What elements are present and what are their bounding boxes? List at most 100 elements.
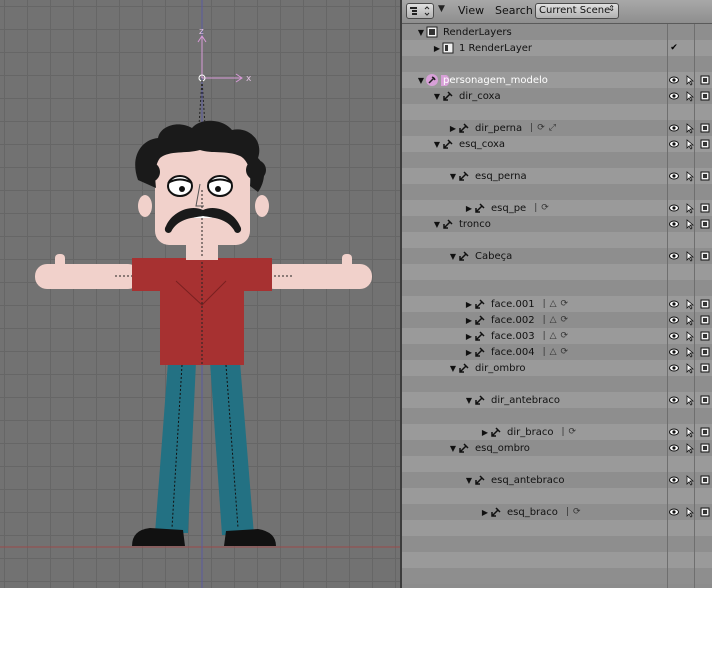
modifier-icon[interactable]: △ xyxy=(550,299,557,309)
outliner-item[interactable]: ▼ RenderLayers xyxy=(416,24,514,40)
visibility-eye-icon[interactable] xyxy=(668,200,680,216)
expand-triangle-right-icon[interactable]: ▶ xyxy=(480,508,490,517)
constraint-icon[interactable]: ⟳ xyxy=(561,331,569,341)
visibility-eye-icon[interactable] xyxy=(668,168,680,184)
outliner-item[interactable]: ▼ esq_ombro xyxy=(448,440,532,456)
visibility-eye-icon[interactable] xyxy=(668,216,680,232)
outliner-row[interactable]: ▼ esq_antebraco xyxy=(402,472,712,488)
outliner-row[interactable]: ▶ dir_perna | ⟳ ⤢ xyxy=(402,120,712,136)
outliner-item[interactable]: ▼ tronco xyxy=(432,216,493,232)
outliner-item-label[interactable]: RenderLayers xyxy=(441,27,514,38)
renderability-camera-icon[interactable] xyxy=(699,216,711,232)
outliner-row[interactable]: ▼ esq_coxa xyxy=(402,136,712,152)
outliner-item[interactable]: ▶ face.004 | △ ⟳ xyxy=(464,344,572,360)
renderability-camera-icon[interactable] xyxy=(699,72,711,88)
display-mode-select[interactable]: Current Scene ⇕ xyxy=(535,3,619,19)
outliner-row[interactable]: ▶ esq_braco | ⟳ xyxy=(402,504,712,520)
bone-icon[interactable]: ⤢ xyxy=(549,123,556,133)
outliner-item[interactable]: ▼ dir_antebraco xyxy=(464,392,562,408)
outliner-item-label[interactable]: personagem_modelo xyxy=(441,74,550,86)
outliner-item-label[interactable]: dir_braco xyxy=(505,427,555,438)
renderability-camera-icon[interactable] xyxy=(699,200,711,216)
renderlayer-enabled-check-icon[interactable]: ✔ xyxy=(668,40,680,56)
visibility-eye-icon[interactable] xyxy=(668,504,680,520)
expand-triangle-down-icon[interactable]: ▼ xyxy=(416,28,426,37)
outliner-item-label[interactable]: tronco xyxy=(457,219,493,230)
renderability-camera-icon[interactable] xyxy=(699,472,711,488)
expand-triangle-down-icon[interactable]: ▼ xyxy=(448,252,458,261)
visibility-eye-icon[interactable] xyxy=(668,360,680,376)
outliner-item[interactable]: ▶ esq_braco | ⟳ xyxy=(480,504,585,520)
renderability-camera-icon[interactable] xyxy=(699,296,711,312)
outliner-item-label[interactable]: esq_braco xyxy=(505,507,560,518)
outliner-row[interactable]: ▶ face.001 | △ ⟳ xyxy=(402,296,712,312)
renderability-camera-icon[interactable] xyxy=(699,312,711,328)
outliner-row[interactable]: ▼ tronco xyxy=(402,216,712,232)
visibility-eye-icon[interactable] xyxy=(668,72,680,88)
outliner-item[interactable]: ▶ dir_perna | ⟳ ⤢ xyxy=(448,120,560,136)
expand-triangle-down-icon[interactable]: ▼ xyxy=(432,92,442,101)
expand-triangle-right-icon[interactable]: ▶ xyxy=(464,316,474,325)
visibility-eye-icon[interactable] xyxy=(668,392,680,408)
outliner-item[interactable]: ▶ 1 RenderLayer xyxy=(432,40,534,56)
outliner-row[interactable]: ▶ face.004 | △ ⟳ xyxy=(402,344,712,360)
outliner-item[interactable]: ▼ esq_antebraco xyxy=(464,472,566,488)
outliner-item-label[interactable]: face.004 xyxy=(489,347,537,358)
outliner-item-label[interactable]: dir_coxa xyxy=(457,91,503,102)
outliner-item[interactable]: ▼ Cabeça xyxy=(448,248,514,264)
expand-triangle-down-icon[interactable]: ▼ xyxy=(432,140,442,149)
editor-type-button[interactable] xyxy=(406,3,434,19)
expand-triangle-down-icon[interactable]: ▼ xyxy=(448,172,458,181)
outliner-item-label[interactable]: esq_coxa xyxy=(457,139,507,150)
visibility-eye-icon[interactable] xyxy=(668,344,680,360)
expand-triangle-right-icon[interactable]: ▶ xyxy=(464,332,474,341)
renderability-camera-icon[interactable] xyxy=(699,120,711,136)
outliner-row[interactable]: ▶ face.002 | △ ⟳ xyxy=(402,312,712,328)
renderability-camera-icon[interactable] xyxy=(699,360,711,376)
outliner-row[interactable]: ▼ dir_ombro xyxy=(402,360,712,376)
outliner-item-label[interactable]: dir_antebraco xyxy=(489,395,562,406)
outliner-row[interactable]: ▼ personagem_modelo xyxy=(402,72,712,88)
outliner-item-label[interactable]: face.001 xyxy=(489,299,537,310)
outliner-row[interactable]: ▶ dir_braco | ⟳ xyxy=(402,424,712,440)
visibility-eye-icon[interactable] xyxy=(668,120,680,136)
expand-triangle-down-icon[interactable]: ▼ xyxy=(464,396,474,405)
outliner-item-label[interactable]: dir_perna xyxy=(473,123,524,134)
expand-triangle-right-icon[interactable]: ▶ xyxy=(464,348,474,357)
collapse-menus-button[interactable]: ▼ xyxy=(438,3,452,19)
expand-triangle-right-icon[interactable]: ▶ xyxy=(464,204,474,213)
renderability-camera-icon[interactable] xyxy=(699,168,711,184)
modifier-icon[interactable]: △ xyxy=(550,331,557,341)
visibility-eye-icon[interactable] xyxy=(668,424,680,440)
outliner-row[interactable]: ▶ esq_pe | ⟳ xyxy=(402,200,712,216)
expand-triangle-down-icon[interactable]: ▼ xyxy=(464,476,474,485)
renderability-camera-icon[interactable] xyxy=(699,136,711,152)
outliner-row[interactable]: ▶ face.003 | △ ⟳ xyxy=(402,328,712,344)
expand-triangle-down-icon[interactable]: ▼ xyxy=(416,76,426,85)
renderability-camera-icon[interactable] xyxy=(699,392,711,408)
constraint-icon[interactable]: ⟳ xyxy=(541,203,549,213)
outliner-item-label[interactable]: dir_ombro xyxy=(473,363,527,374)
outliner-row[interactable]: ▶ 1 RenderLayer ✔ xyxy=(402,40,712,56)
renderability-camera-icon[interactable] xyxy=(699,344,711,360)
renderability-camera-icon[interactable] xyxy=(699,440,711,456)
outliner-item[interactable]: ▶ dir_braco | ⟳ xyxy=(480,424,580,440)
visibility-eye-icon[interactable] xyxy=(668,472,680,488)
visibility-eye-icon[interactable] xyxy=(668,312,680,328)
outliner-item[interactable]: ▼ dir_ombro xyxy=(448,360,527,376)
outliner-row[interactable]: ▼ esq_perna xyxy=(402,168,712,184)
outliner-item[interactable]: ▶ esq_pe | ⟳ xyxy=(464,200,553,216)
renderability-camera-icon[interactable] xyxy=(699,504,711,520)
outliner-item-label[interactable]: face.002 xyxy=(489,315,537,326)
outliner-item[interactable]: ▼ dir_coxa xyxy=(432,88,503,104)
outliner-item[interactable]: ▶ face.001 | △ ⟳ xyxy=(464,296,572,312)
visibility-eye-icon[interactable] xyxy=(668,296,680,312)
modifier-icon[interactable]: △ xyxy=(550,347,557,357)
outliner-item-label[interactable]: 1 RenderLayer xyxy=(457,43,534,54)
outliner-item-label[interactable]: esq_antebraco xyxy=(489,475,566,486)
renderability-camera-icon[interactable] xyxy=(699,248,711,264)
renderability-camera-icon[interactable] xyxy=(699,424,711,440)
renderability-camera-icon[interactable] xyxy=(699,88,711,104)
transform-manipulator[interactable]: z x xyxy=(197,27,252,126)
visibility-eye-icon[interactable] xyxy=(668,136,680,152)
